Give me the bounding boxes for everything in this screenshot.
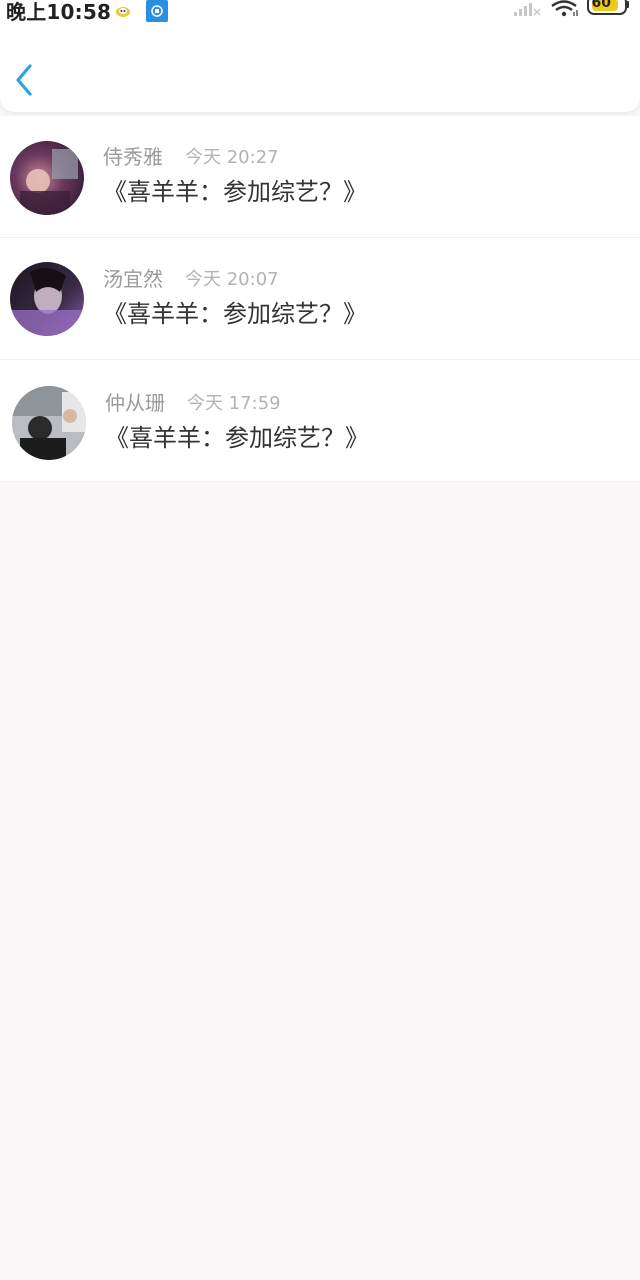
comment-time: 今天 17:59 xyxy=(187,393,281,414)
comment-text: 《喜羊羊：参加综艺？》 xyxy=(103,178,367,206)
status-bar: 晚上10:58 60 xyxy=(0,0,640,26)
comment-time: 今天 20:07 xyxy=(185,269,279,290)
comment-text: 《喜羊羊：参加综艺？》 xyxy=(105,424,369,452)
battery-level: 60 xyxy=(591,0,611,11)
comment-author-name[interactable]: 仲从珊 xyxy=(105,390,165,416)
avatar[interactable] xyxy=(10,141,84,215)
avatar[interactable] xyxy=(12,386,86,460)
app-badge-icon xyxy=(146,0,168,22)
list-item[interactable]: 仲从珊 今天 17:59 《喜羊羊：参加综艺？》 xyxy=(0,360,640,482)
status-time: 晚上10:58 xyxy=(6,0,112,24)
app-notification-icon xyxy=(114,2,132,20)
chevron-left-icon xyxy=(16,64,32,96)
comment-time: 今天 20:27 xyxy=(185,147,279,168)
signal-icon xyxy=(514,3,541,16)
comment-author-name[interactable]: 侍秀雅 xyxy=(103,144,163,170)
comment-text: 《喜羊羊：参加综艺？》 xyxy=(103,300,367,328)
list-item[interactable]: 汤宜然 今天 20:07 《喜羊羊：参加综艺？》 xyxy=(0,238,640,360)
status-right-icons xyxy=(514,0,629,17)
list-item[interactable]: 侍秀雅 今天 20:27 《喜羊羊：参加综艺？》 xyxy=(0,116,640,238)
avatar[interactable] xyxy=(10,262,84,336)
header-bar xyxy=(0,26,640,112)
comment-author-name[interactable]: 汤宜然 xyxy=(103,266,163,292)
wifi-icon xyxy=(551,0,578,17)
comment-list: 侍秀雅 今天 20:27 《喜羊羊：参加综艺？》 汤宜然 今天 20:07 《喜… xyxy=(0,116,640,482)
back-button[interactable] xyxy=(6,58,40,102)
